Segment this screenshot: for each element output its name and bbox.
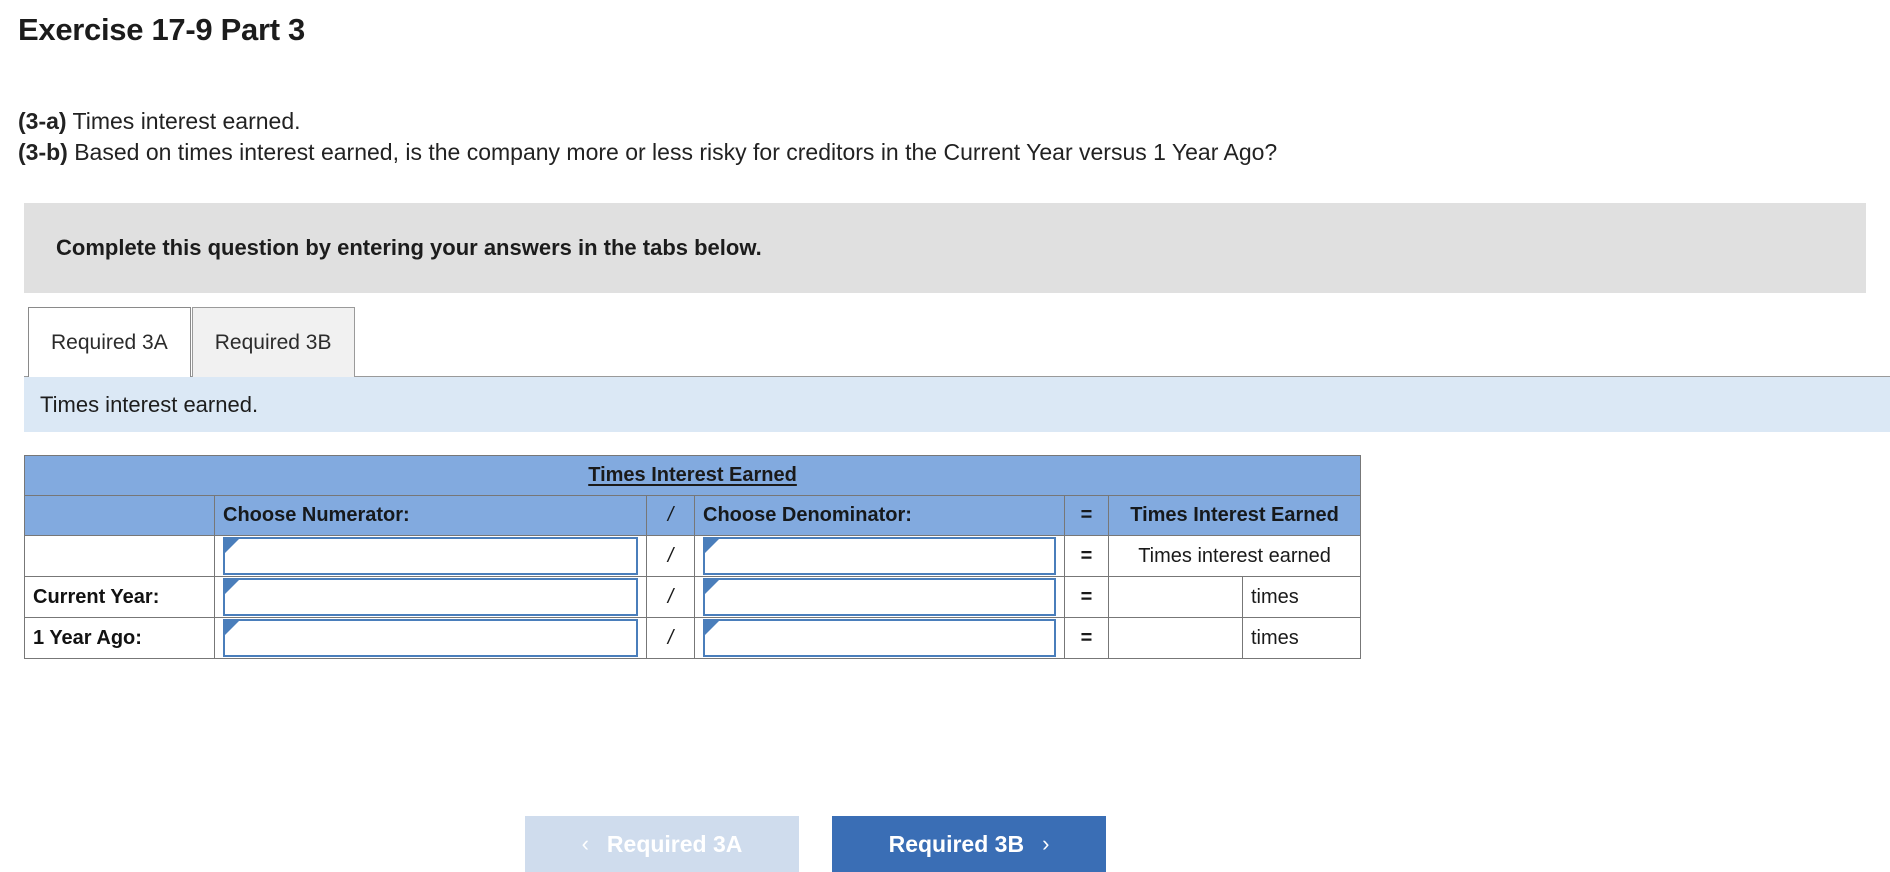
answer-table-wrapper: Times Interest Earned Choose Numerator: … [23,455,1890,660]
numerator-dropdown-1[interactable] [223,578,638,617]
table-title-row: Times Interest Earned [23,455,1362,497]
unit-cell-1: times [1241,576,1362,619]
info-strip-text: Times interest earned. [40,391,259,417]
header-equals-cell: = [1064,495,1109,537]
divide-cell-1: / [646,576,695,619]
question-text-3b: Based on times interest earned, is the c… [74,138,1278,165]
chevron-left-icon: ‹ [581,831,589,856]
next-button-label: Required 3B [888,830,1025,857]
numerator-input-cell-0[interactable] [214,535,647,578]
tab-required-3a[interactable]: Required 3A [28,307,191,378]
denominator-dropdown-0[interactable] [703,537,1056,576]
table-row: 1 Year Ago: / = times [24,617,1362,660]
dropdown-marker-icon [225,621,239,636]
table-header-row: Choose Numerator: / Choose Denominator: … [24,495,1362,537]
dropdown-marker-icon [225,539,239,554]
info-strip: Times interest earned. [24,376,1890,433]
row-label-2: 1 Year Ago: [24,617,215,660]
dropdown-marker-icon [705,539,719,554]
header-divide-cell: / [646,495,695,537]
divide-cell-0: / [646,535,695,578]
prev-button-label: Required 3A [606,830,743,857]
denominator-dropdown-2[interactable] [703,619,1056,658]
denominator-dropdown-1[interactable] [703,578,1056,617]
divide-cell-2: / [646,617,695,660]
question-item-3a: (3-a) Times interest earned. [18,106,1890,137]
question-list: (3-a) Times interest earned. (3-b) Based… [18,106,1890,167]
equals-cell-2: = [1064,617,1109,660]
table-row: Current Year: / = times [24,576,1362,619]
unit-cell-2: times [1241,617,1362,660]
result-cell-2[interactable] [1108,617,1243,660]
result-cell-1[interactable] [1108,576,1243,619]
page-title: Exercise 17-9 Part 3 [18,12,305,47]
denominator-input-cell-2[interactable] [694,617,1065,660]
header-denominator-cell: Choose Denominator: [694,495,1065,537]
instruction-banner: Complete this question by entering your … [24,203,1866,294]
dropdown-marker-icon [705,580,719,595]
equals-cell-0: = [1064,535,1109,578]
chevron-right-icon: › [1042,831,1050,856]
header-numerator-cell: Choose Numerator: [214,495,647,537]
numerator-input-cell-1[interactable] [214,576,647,619]
row-label-1: Current Year: [24,576,215,619]
numerator-input-cell-2[interactable] [214,617,647,660]
prev-required-3a-button[interactable]: ‹ Required 3A [525,816,799,872]
denominator-input-cell-0[interactable] [694,535,1065,578]
question-tag-3a: (3-a) [18,108,67,135]
result-cell-0: Times interest earned [1107,535,1362,578]
instruction-text: Complete this question by entering your … [56,235,762,261]
question-item-3b: (3-b) Based on times interest earned, is… [18,137,1890,168]
table-row: / = Times interest earned [24,535,1362,578]
header-rowlabel-cell [24,495,215,537]
table-title-text: Times Interest Earned [588,464,797,487]
question-tag-3b: (3-b) [18,138,68,165]
dropdown-marker-icon [705,621,719,636]
table-title-cell: Times Interest Earned [23,455,1362,497]
denominator-input-cell-1[interactable] [694,576,1065,619]
header-result-cell: Times Interest Earned [1107,495,1362,537]
tab-required-3a-label: Required 3A [51,330,168,354]
next-required-3b-button[interactable]: Required 3B › [832,816,1106,872]
numerator-dropdown-0[interactable] [223,537,638,576]
question-text-3a: Times interest earned. [72,108,301,135]
navigation-bar: ‹ Required 3A Required 3B › [0,816,1890,872]
tab-bar: Required 3A Required 3B [28,307,1890,378]
row-label-0 [24,535,215,578]
tab-required-3b[interactable]: Required 3B [191,307,355,378]
times-interest-earned-table: Times Interest Earned Choose Numerator: … [23,455,1362,660]
tab-required-3b-label: Required 3B [214,330,332,354]
exercise-page: Exercise 17-9 Part 3 (3-a) Times interes… [0,10,1890,872]
equals-cell-1: = [1064,576,1109,619]
numerator-dropdown-2[interactable] [223,619,638,658]
dropdown-marker-icon [225,580,239,595]
